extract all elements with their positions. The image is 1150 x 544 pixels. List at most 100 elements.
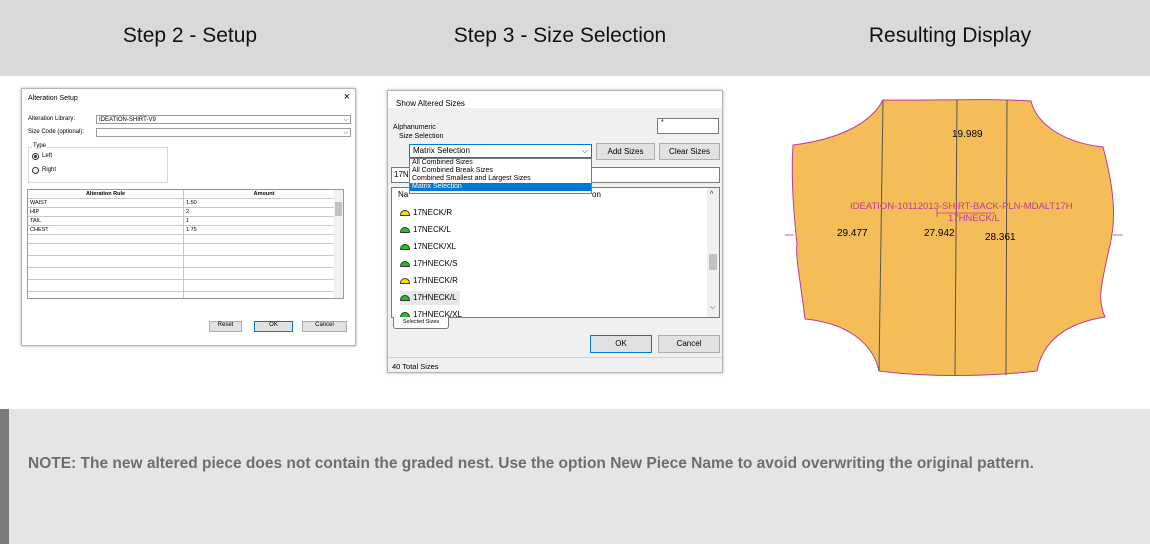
scroll-thumb[interactable] <box>709 254 717 270</box>
chevron-up-icon[interactable]: ^ <box>710 191 713 198</box>
table-row[interactable]: TAIL 1 <box>28 217 343 226</box>
dropdown-option[interactable]: All Combined Break Sizes <box>410 167 591 175</box>
note-text: NOTE: The new altered piece does not con… <box>28 455 1034 472</box>
status-text: 40 Total Sizes <box>392 362 439 371</box>
library-label: Alteration Library: <box>28 116 76 122</box>
right-measure: 28.361 <box>985 232 1016 243</box>
dropdown-option-selected[interactable]: Matrix Selection <box>410 183 591 191</box>
rule-header: Alteration Rule <box>85 191 126 197</box>
size-icon <box>400 210 410 216</box>
note-accent-bar <box>0 409 9 544</box>
mid-measure: 27.942 <box>924 228 955 239</box>
list-item[interactable]: 17HNECK/S <box>400 257 457 271</box>
size-code-select[interactable]: ⌵ <box>96 128 351 137</box>
radio-right[interactable] <box>32 167 39 174</box>
alteration-setup-dialog: Alteration Setup × Alteration Library: I… <box>21 88 356 346</box>
pattern-piece-display: 19.989 IDEATION-10112013-SHIRT-BACK-PLN-… <box>785 99 1123 376</box>
sizes-list: Na on 17NECK/R 17NECK/L 17NECK/XL 17HNEC… <box>391 187 720 318</box>
list-item[interactable]: 17HNECK/L <box>400 291 460 305</box>
dialog-title: Alteration Setup <box>28 95 78 102</box>
size-label: 17HNECK/R <box>413 276 458 285</box>
rule-cell: WAIST <box>30 200 48 206</box>
header-bar: Step 2 - Setup Step 3 - Size Selection R… <box>0 0 1150 76</box>
ok-button[interactable]: OK <box>254 321 293 332</box>
amount-header: Amount <box>253 191 275 197</box>
table-row[interactable]: CHEST 1.75 <box>28 226 343 235</box>
chevron-down-icon: ⌵ <box>581 146 588 155</box>
status-divider <box>388 357 722 358</box>
scroll-thumb[interactable] <box>335 202 342 216</box>
alphanumeric-label: Alphanumeric <box>393 124 436 131</box>
size-code-label: Size Code (optional): <box>28 129 85 135</box>
table-header-row: Alteration Rule Amount <box>28 190 343 199</box>
add-sizes-button[interactable]: Add Sizes <box>596 143 655 160</box>
list-item[interactable]: 17NECK/XL <box>400 240 456 254</box>
cancel-button[interactable]: Cancel <box>658 335 720 353</box>
dropdown-option[interactable]: All Combined Sizes <box>410 159 591 167</box>
size-label: 17HNECK/S <box>413 259 458 268</box>
result-title: Resulting Display <box>868 24 1032 47</box>
size-label: 17NECK/R <box>413 208 453 217</box>
size-icon <box>400 261 410 267</box>
size-selection-label: Size Selection <box>399 133 444 140</box>
step3-title: Step 3 - Size Selection <box>453 24 667 47</box>
rule-cell: HIP <box>30 209 40 215</box>
clear-sizes-button[interactable]: Clear Sizes <box>659 143 720 160</box>
alteration-table: Alteration Rule Amount WAIST 1.50 HIP 2 … <box>27 189 344 299</box>
table-row[interactable] <box>28 259 343 268</box>
size-icon <box>400 278 410 284</box>
top-measure: 19.989 <box>952 129 983 140</box>
size-label: 17NECK/XL <box>413 242 457 251</box>
amount-cell[interactable]: 2 <box>186 208 189 216</box>
size-label: 17NECK/L <box>413 225 451 234</box>
list-header-name: Na <box>398 190 409 199</box>
library-select[interactable]: IDEATION-SHIRT-V9 ⌵ <box>96 115 351 124</box>
close-icon[interactable]: × <box>344 91 350 103</box>
table-row[interactable]: HIP 2 <box>28 208 343 217</box>
table-row[interactable] <box>28 271 343 280</box>
amount-cell[interactable]: 1.50 <box>186 199 197 207</box>
chevron-down-icon: ⌵ <box>343 117 348 123</box>
size-selection-value: Matrix Selection <box>413 146 470 155</box>
piece-name-label: IDEATION-10112013-SHIRT-BACK-PLN-MDALT17… <box>850 201 1073 212</box>
size-icon <box>400 295 410 301</box>
size-label: 17HNECK/L <box>413 293 457 302</box>
list-scrollbar[interactable]: ^ ⌵ <box>707 188 719 317</box>
list-header-option: on <box>592 190 601 199</box>
table-scrollbar[interactable] <box>334 190 343 298</box>
note-box: NOTE: The new altered piece does not con… <box>0 409 1150 544</box>
size-icon <box>400 227 410 233</box>
rule-cell: TAIL <box>30 218 42 224</box>
dialog-title: Show Altered Sizes <box>396 99 465 108</box>
type-label: Type <box>32 143 48 149</box>
rule-cell: CHEST <box>30 227 49 233</box>
list-item[interactable]: 17HNECK/R <box>400 274 458 288</box>
cancel-button[interactable]: Cancel <box>302 321 347 332</box>
size-selection-dropdown: All Combined Sizes All Combined Break Si… <box>409 158 592 194</box>
table-row[interactable] <box>28 283 343 292</box>
table-row[interactable] <box>28 247 343 256</box>
size-icon <box>400 244 410 250</box>
alphanumeric-input[interactable]: * <box>657 118 719 134</box>
radio-right-label: Right <box>42 167 57 173</box>
size-name-label: 17HNECK/L <box>948 213 1000 224</box>
list-item[interactable]: 17NECK/R <box>400 206 452 220</box>
tab-selected-sizes[interactable]: Selected Sizes <box>393 317 449 329</box>
ok-button[interactable]: OK <box>590 335 652 353</box>
reset-button[interactable]: Reset <box>209 321 242 332</box>
left-measure: 29.477 <box>837 228 868 239</box>
library-value: IDEATION-SHIRT-V9 <box>99 117 156 123</box>
radio-left-label: Left <box>42 153 53 159</box>
dropdown-option[interactable]: Combined Smallest and Largest Sizes <box>410 175 591 183</box>
chevron-down-icon[interactable]: ⌵ <box>710 304 715 312</box>
radio-left[interactable] <box>32 153 39 160</box>
step2-title: Step 2 - Setup <box>122 24 258 47</box>
list-item[interactable]: 17NECK/L <box>400 223 451 237</box>
size-selection-select[interactable]: Matrix Selection ⌵ <box>409 144 592 158</box>
amount-cell[interactable]: 1 <box>186 217 189 225</box>
amount-cell[interactable]: 1.75 <box>186 226 197 234</box>
show-altered-sizes-dialog: Show Altered Sizes Alphanumeric * Size S… <box>387 90 723 373</box>
chevron-down-icon: ⌵ <box>343 130 348 136</box>
table-row[interactable] <box>28 235 343 244</box>
table-row[interactable]: WAIST 1.50 <box>28 199 343 208</box>
